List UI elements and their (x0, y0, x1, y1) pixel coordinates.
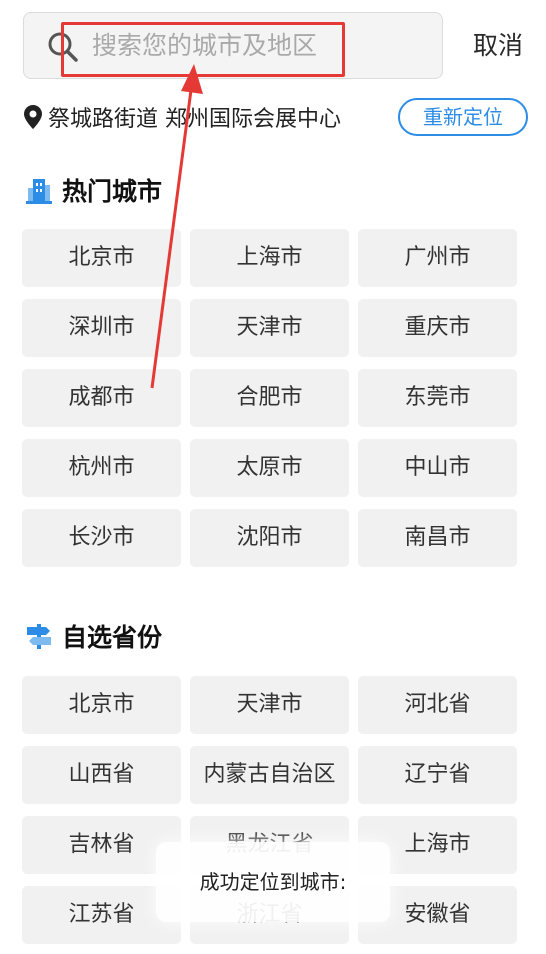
hot-cities-header: 热门城市 (24, 172, 162, 208)
grid-item[interactable]: 广州市 (358, 229, 517, 287)
grid-item[interactable]: 南昌市 (358, 509, 517, 567)
grid-item[interactable]: 内蒙古自治区 (190, 746, 349, 804)
hot-cities-title: 热门城市 (62, 177, 163, 206)
building-icon (26, 179, 52, 204)
grid-item[interactable]: 沈阳市 (190, 509, 349, 567)
grid-item[interactable]: 北京市 (22, 676, 181, 734)
location-text: 祭城路街道 郑州国际会展中心 (48, 107, 341, 132)
search-input[interactable] (86, 21, 422, 69)
grid-item[interactable]: 合肥市 (190, 369, 349, 427)
grid-item[interactable]: 深圳市 (22, 299, 181, 357)
grid-item[interactable]: 重庆市 (358, 299, 517, 357)
grid-item[interactable]: 上海市 (190, 229, 349, 287)
signpost-icon (27, 624, 51, 649)
current-location: 祭城路街道 郑州国际会展中心 (24, 100, 341, 134)
search-box[interactable] (23, 12, 443, 79)
provinces-header: 自选省份 (24, 618, 162, 654)
relocate-button[interactable]: 重新定位 (398, 98, 528, 136)
cancel-button[interactable]: 取消 (462, 26, 534, 66)
grid-item[interactable]: 天津市 (190, 676, 349, 734)
provinces-title: 自选省份 (62, 623, 163, 652)
grid-item[interactable]: 杭州市 (22, 439, 181, 497)
grid-item[interactable]: 成都市 (22, 369, 181, 427)
grid-item[interactable]: 太原市 (190, 439, 349, 497)
toast-message: 成功定位到城市: (156, 842, 390, 922)
grid-item[interactable]: 中山市 (358, 439, 517, 497)
grid-item[interactable]: 山西省 (22, 746, 181, 804)
grid-item[interactable]: 长沙市 (22, 509, 181, 567)
location-pin-icon (24, 105, 42, 129)
grid-item[interactable]: 天津市 (190, 299, 349, 357)
grid-item[interactable]: 东莞市 (358, 369, 517, 427)
grid-item[interactable]: 北京市 (22, 229, 181, 287)
grid-item[interactable]: 辽宁省 (358, 746, 517, 804)
grid-item[interactable]: 河北省 (358, 676, 517, 734)
search-icon (48, 32, 78, 62)
